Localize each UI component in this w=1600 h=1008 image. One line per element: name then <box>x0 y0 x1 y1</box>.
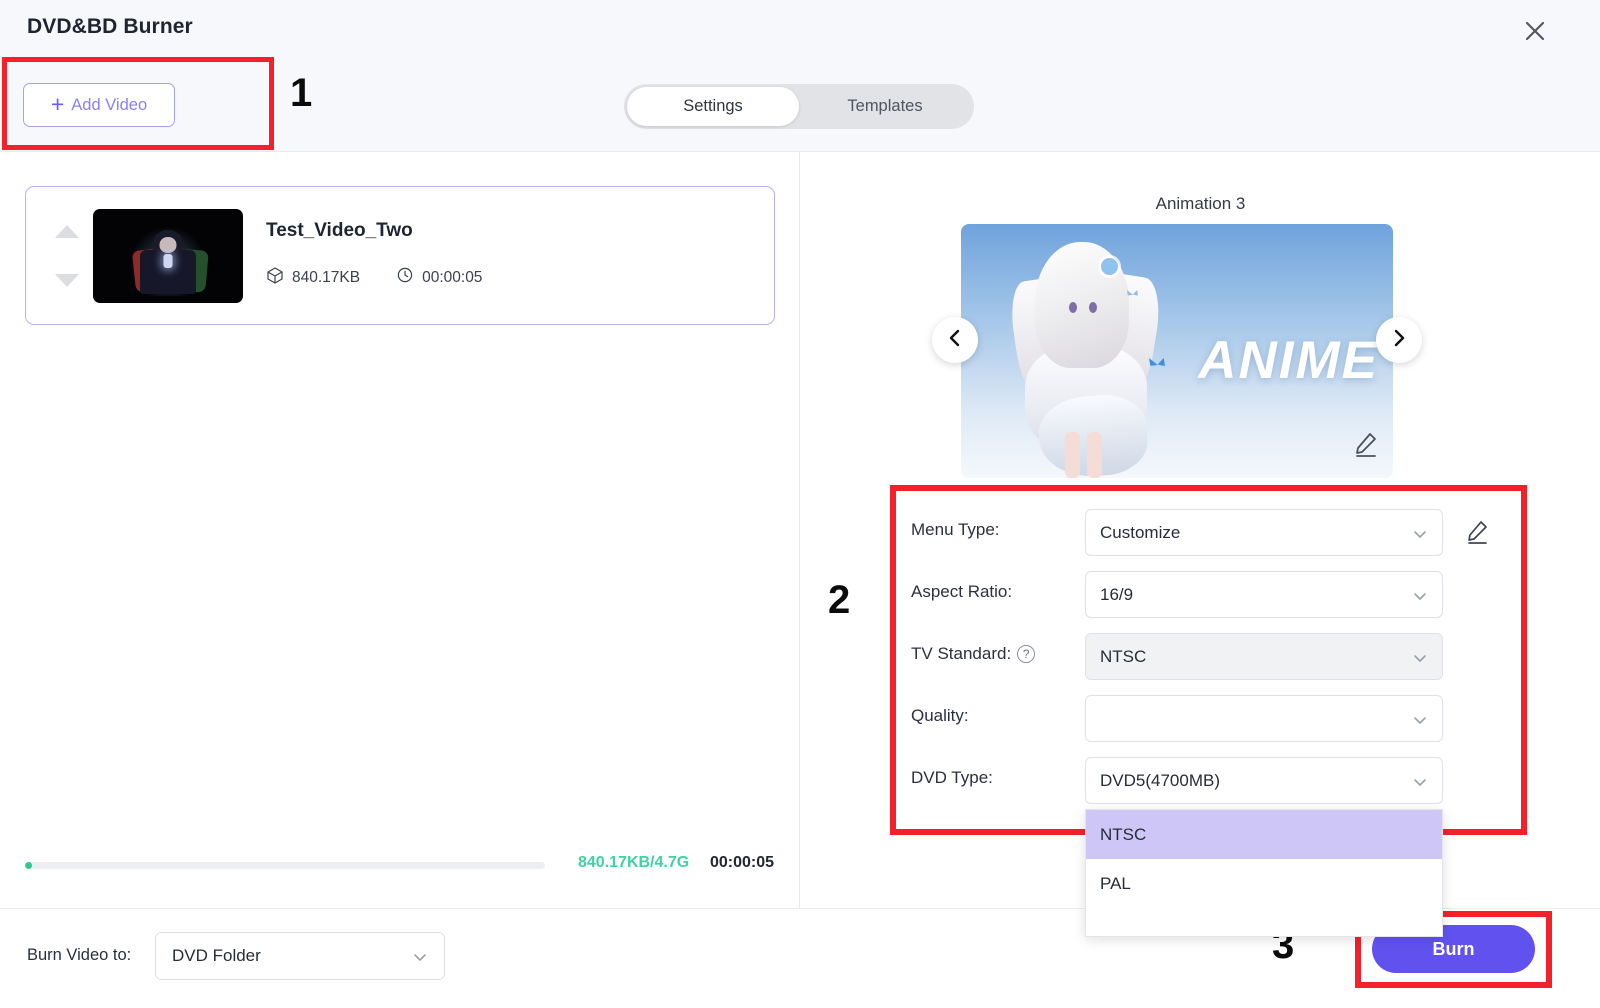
progress-duration-text: 00:00:05 <box>710 854 774 872</box>
progress-summary: 840.17KB/4.7G 00:00:05 <box>0 854 800 880</box>
page-title: DVD&BD Burner <box>27 15 193 39</box>
dropdown-option-ntsc[interactable]: NTSC <box>1086 810 1442 859</box>
video-metadata: 840.17KB 00:00:05 <box>266 266 482 289</box>
prev-template-button[interactable] <box>932 317 978 363</box>
reorder-controls <box>53 225 81 287</box>
close-icon <box>1522 18 1548 44</box>
clock-icon <box>396 266 414 289</box>
chevron-down-icon <box>412 949 428 970</box>
video-list-panel: Test_Video_Two 840.17KB <box>0 152 800 908</box>
highlight-box-step1 <box>2 57 274 150</box>
template-preview[interactable]: ANIME <box>961 224 1393 478</box>
anime-character-illustration <box>1009 236 1179 478</box>
annotation-step-2: 2 <box>828 578 850 623</box>
poster-word: ANIME <box>1198 330 1379 391</box>
tv-standard-dropdown-list[interactable]: NTSC PAL <box>1085 809 1443 937</box>
progress-size-text: 840.17KB/4.7G <box>578 854 689 872</box>
burn-target-select[interactable]: DVD Folder <box>155 932 445 980</box>
highlight-box-step2 <box>890 485 1527 835</box>
burn-target-value: DVD Folder <box>172 946 261 966</box>
video-size: 840.17KB <box>292 269 360 287</box>
template-name-label: Animation 3 <box>801 194 1600 214</box>
pencil-icon <box>1349 447 1381 464</box>
triangle-down-icon[interactable] <box>55 274 79 287</box>
chevron-left-icon <box>945 328 965 353</box>
video-title: Test_Video_Two <box>266 220 413 242</box>
close-button[interactable] <box>1518 14 1552 48</box>
burn-target-label: Burn Video to: <box>27 946 131 965</box>
video-duration: 00:00:05 <box>422 269 482 287</box>
tab-settings[interactable]: Settings <box>627 87 799 126</box>
triangle-up-icon[interactable] <box>55 225 79 238</box>
chevron-right-icon <box>1389 328 1409 353</box>
window-header: DVD&BD Burner + Add Video Settings Templ… <box>0 0 1600 152</box>
dropdown-option-pal[interactable]: PAL <box>1086 859 1442 908</box>
settings-panel: Animation 3 ANIME <box>801 152 1600 908</box>
progress-bar-fill <box>25 862 32 869</box>
tab-templates[interactable]: Templates <box>799 87 971 126</box>
dvd-burner-window: DVD&BD Burner + Add Video Settings Templ… <box>0 0 1600 1008</box>
settings-templates-tabs: Settings Templates <box>624 84 974 129</box>
cube-icon <box>266 266 284 289</box>
next-template-button[interactable] <box>1376 317 1422 363</box>
progress-bar <box>25 862 545 869</box>
edit-template-button[interactable] <box>1349 428 1381 460</box>
annotation-step-1: 1 <box>290 71 312 116</box>
video-thumbnail[interactable] <box>93 209 243 303</box>
list-item[interactable]: Test_Video_Two 840.17KB <box>25 186 775 325</box>
